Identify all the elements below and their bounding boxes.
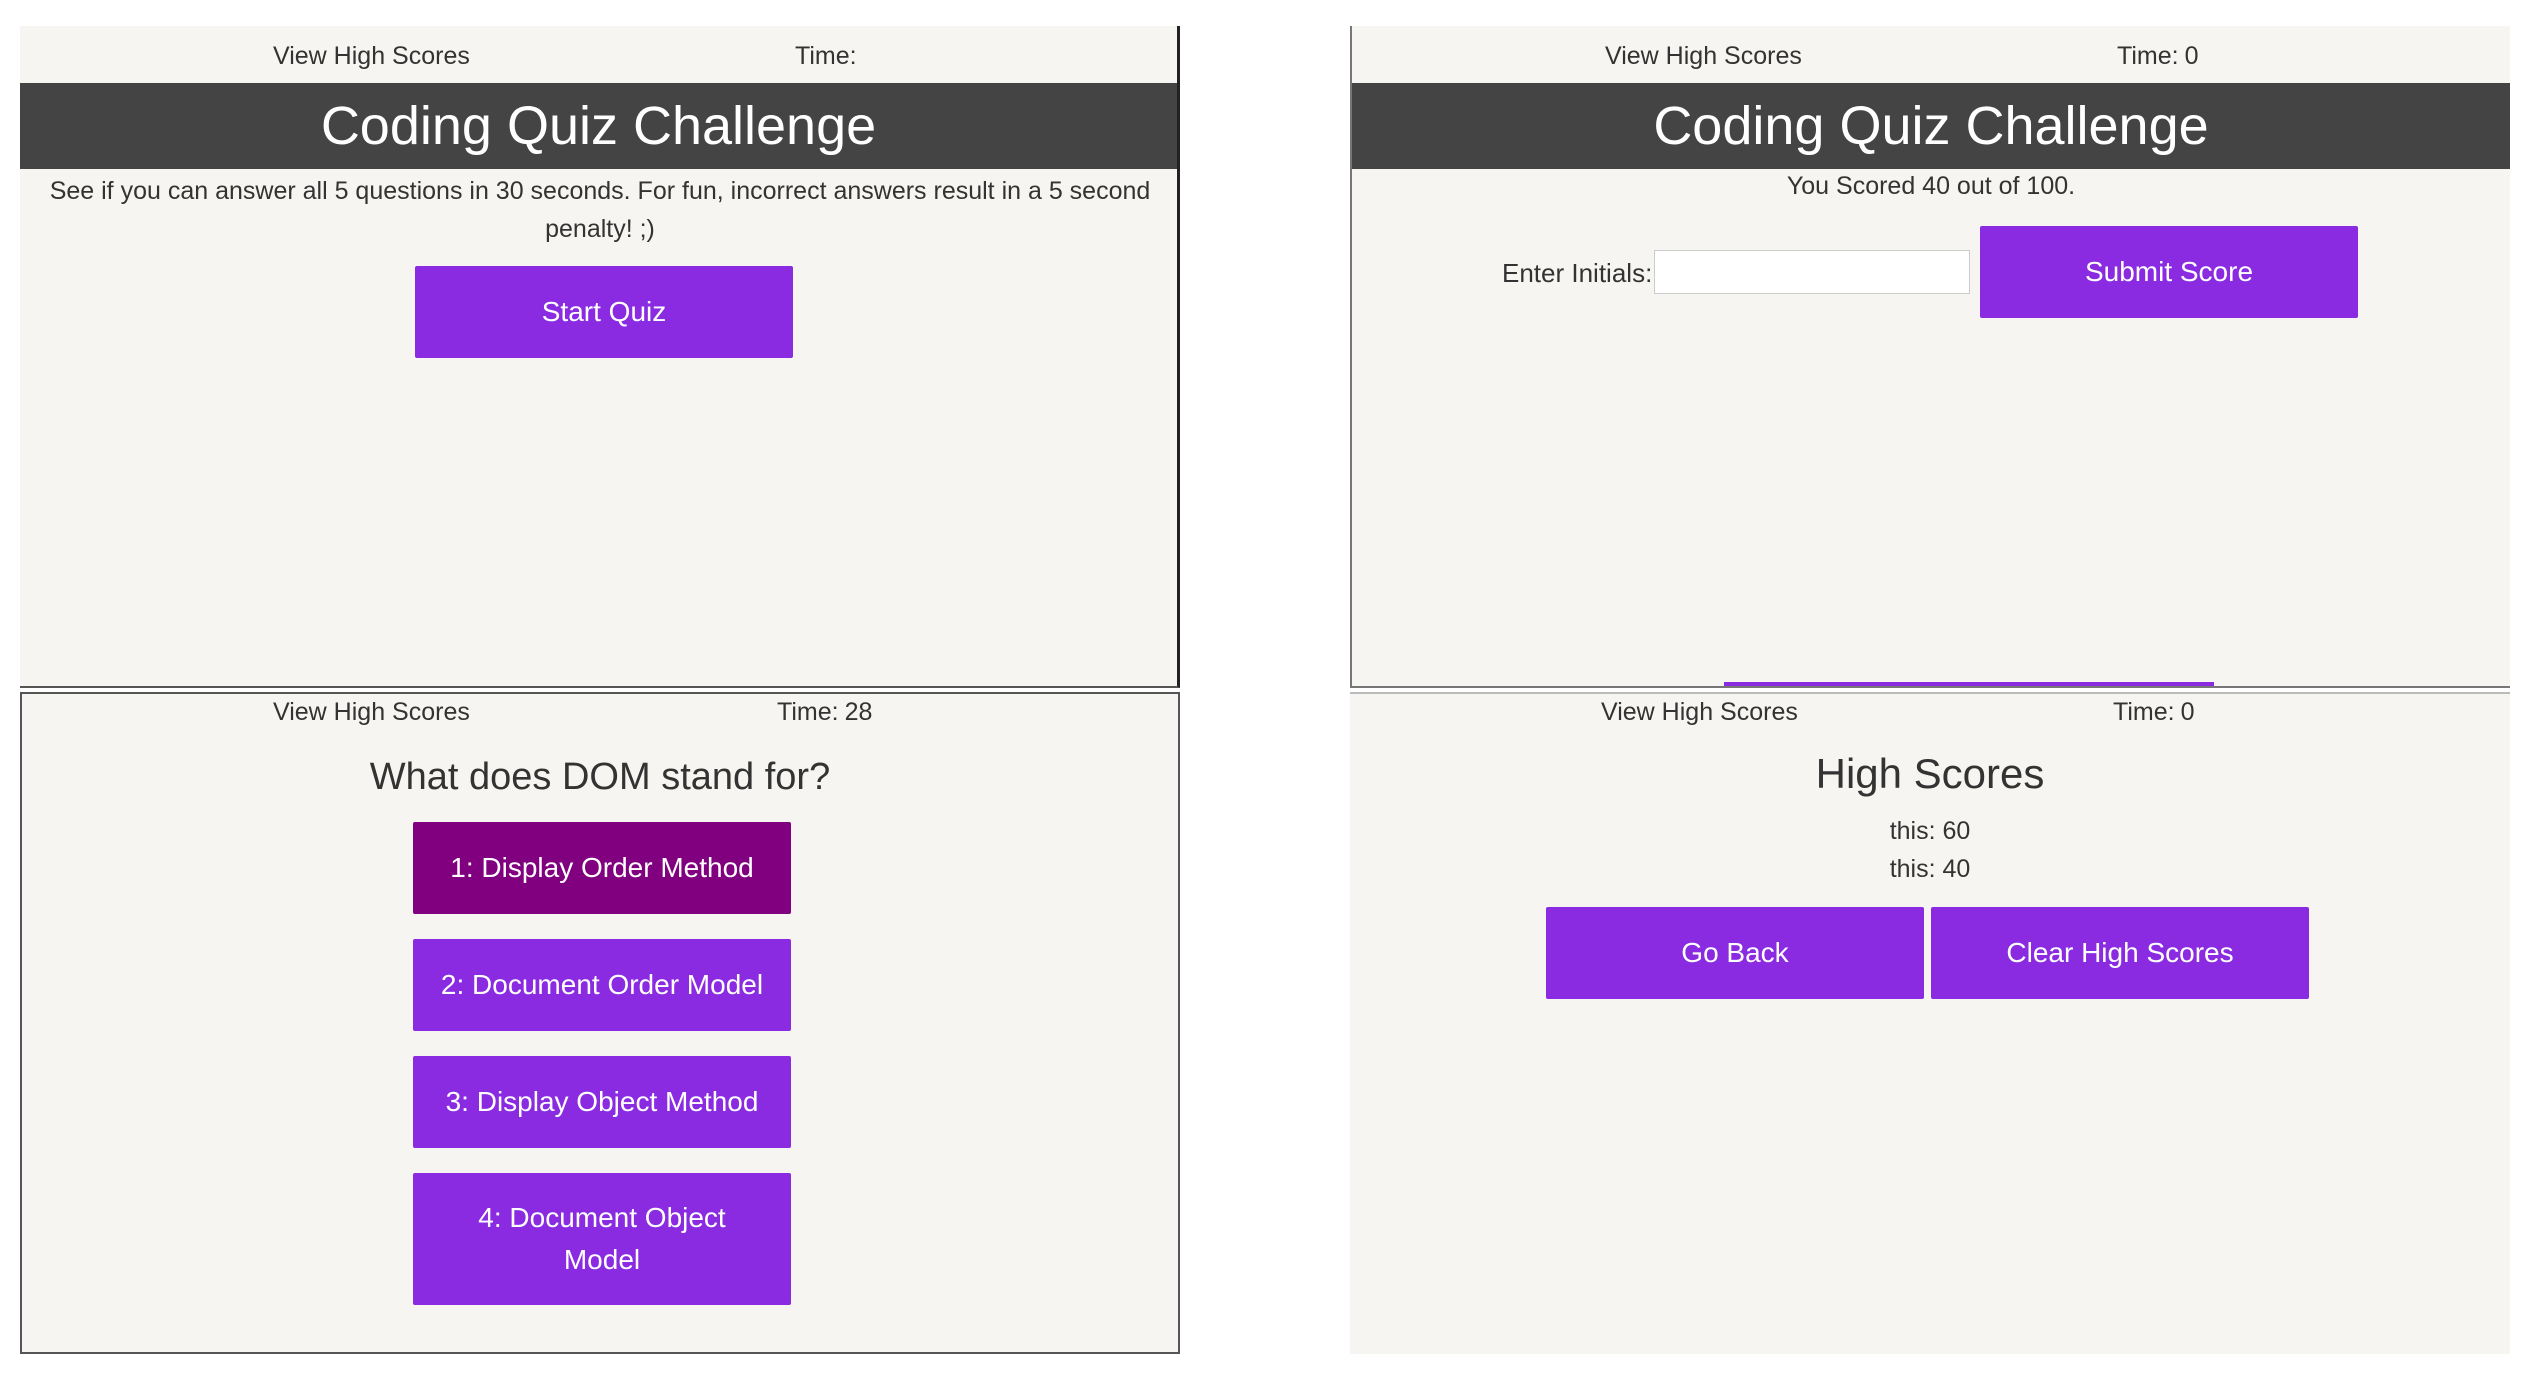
answer-button-4[interactable]: 4: Document Object Model [413,1173,791,1305]
high-scores-list: this: 60 this: 40 [1350,812,2510,888]
top-bar: View High Scores Time: [20,26,1177,84]
view-high-scores-link[interactable]: View High Scores [1605,42,1802,71]
top-bar: View High Scores Time: 28 [22,694,1178,752]
quiz-intro-text: See if you can answer all 5 questions in… [49,177,1151,243]
timer: Time: 0 [2117,42,2198,71]
score-entry-panel: View High Scores Time: 0 Coding Quiz Chal… [1350,26,2510,688]
initials-label: Enter Initials: [1502,258,1653,288]
start-screen-panel: View High Scores Time: Coding Quiz Chall… [20,26,1180,688]
start-quiz-button[interactable]: Start Quiz [415,266,793,358]
submit-score-button[interactable]: Submit Score [1980,226,2358,318]
high-score-entry: this: 60 [1889,817,1971,845]
timer-label: Time: [777,698,839,726]
timer: Time: 28 [777,698,872,727]
timer-value: 0 [2184,42,2199,70]
timer-label: Time: [795,42,857,70]
go-back-button[interactable]: Go Back [1546,907,1924,999]
timer-value: 0 [2180,698,2195,726]
divider-line [1724,682,2214,686]
page-title: Coding Quiz Challenge [1352,83,2510,169]
high-score-entry: this: 40 [1889,855,1971,883]
view-high-scores-link[interactable]: View High Scores [1601,698,1798,727]
view-high-scores-link[interactable]: View High Scores [273,42,470,71]
initials-input[interactable] [1654,250,1970,294]
answer-button-3[interactable]: 3: Display Object Method [413,1056,791,1148]
top-bar: View High Scores Time: 0 [1352,26,2510,84]
high-scores-panel: View High Scores Time: 0 High Scores this… [1350,692,2510,1354]
top-bar: View High Scores Time: 0 [1350,694,2510,752]
timer: Time: 0 [2113,698,2194,727]
final-score-text: You Scored 40 out of 100. [1786,172,2076,200]
timer: Time: [795,42,863,71]
high-scores-title: High Scores [1815,750,2045,797]
answer-button-2[interactable]: 2: Document Order Model [413,939,791,1031]
clear-high-scores-button[interactable]: Clear High Scores [1931,907,2309,999]
timer-label: Time: [2113,698,2175,726]
page-title: Coding Quiz Challenge [20,83,1177,169]
question-text: What does DOM stand for? [369,756,831,798]
view-high-scores-link[interactable]: View High Scores [273,698,470,727]
answer-button-1[interactable]: 1: Display Order Method [413,822,791,914]
timer-value: 28 [844,698,873,726]
question-panel: View High Scores Time: 28 What does DOM s… [20,692,1180,1354]
timer-label: Time: [2117,42,2179,70]
